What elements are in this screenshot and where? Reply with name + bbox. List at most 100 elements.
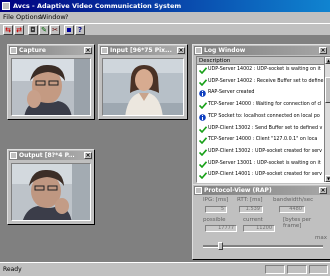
protocol-window[interactable]: Protocol-View (RAP) × IPG: [ms] RTT: [ms…: [192, 184, 330, 260]
capture-frame: [12, 59, 90, 115]
toolbar: ⇆ ⇄ ◘ ✎ ✂ ?: [0, 23, 330, 36]
status-cell: [265, 265, 285, 274]
capture-title-bar[interactable]: Capture ×: [9, 46, 93, 55]
capture-video: [11, 58, 91, 116]
close-icon[interactable]: ×: [319, 47, 327, 54]
settings-icon[interactable]: ✎: [39, 25, 49, 35]
bandwidth-slider[interactable]: [203, 242, 323, 250]
scroll-up-icon[interactable]: ▲: [325, 57, 330, 64]
app-icon: [2, 2, 10, 10]
rtt-value: 1.539: [239, 206, 263, 213]
bandwidth-label: bandwidth/sec: [273, 197, 314, 203]
window-icon: [195, 187, 202, 194]
max-label: max: [315, 235, 327, 241]
log-row[interactable]: TCP-Server 14000 : Waiting for connectio…: [197, 101, 325, 110]
log-row-text: UDP-Server 14002 : Receive Buffer set to…: [208, 78, 324, 84]
menu-options[interactable]: Options: [16, 12, 41, 23]
log-row[interactable]: RAP-Server created: [197, 89, 325, 98]
app-window: Avcs - Adaptive Video Communication Syst…: [0, 0, 330, 276]
current-label: current: [243, 217, 263, 223]
window-icon: [10, 152, 17, 159]
mdi-workspace: Capture × Input [96*75 Pix... × Output […: [0, 36, 330, 262]
ipg-label: IPG: [ms]: [203, 197, 229, 203]
close-icon[interactable]: ×: [84, 152, 92, 159]
window-icon[interactable]: [64, 25, 74, 35]
log-row[interactable]: TCP-Server 14000 : Client "127.0.0.1" on…: [197, 136, 325, 145]
log-window[interactable]: Log Window × Description UDP-Server 1400…: [192, 44, 330, 187]
check-icon: [198, 172, 208, 180]
menu-bar: File Options Window ?: [0, 12, 330, 23]
log-row-text: UDP-Server 13001 : UDP-socket is waiting…: [208, 160, 321, 166]
status-bar: Ready: [0, 262, 330, 276]
check-icon: [198, 149, 208, 157]
output-frame: [12, 164, 90, 220]
log-row-text: UDP-Client 14001 : UDP-socket created fo…: [208, 172, 322, 178]
menu-window[interactable]: Window: [40, 12, 66, 23]
window-icon: [101, 47, 108, 54]
check-icon: [198, 160, 208, 168]
log-row-text: TCP-Server 14000 : Client "127.0.0.1" on…: [208, 137, 318, 143]
window-icon: [195, 47, 202, 54]
log-row[interactable]: UDP-Server 13001 : UDP-socket is waiting…: [197, 160, 325, 169]
info-icon: [199, 90, 207, 98]
log-row-text: UDP-Client 13002 : Send Buffer set to de…: [208, 125, 323, 131]
close-icon[interactable]: ×: [177, 47, 185, 54]
check-icon: [198, 102, 208, 110]
close-icon[interactable]: ×: [319, 187, 327, 194]
current-value: 11200: [243, 225, 275, 232]
slider-thumb[interactable]: [218, 242, 223, 250]
input-title: Input [96*75 Pix...: [110, 47, 172, 54]
protocol-title-bar[interactable]: Protocol-View (RAP) ×: [194, 186, 330, 195]
capture-window[interactable]: Capture ×: [7, 44, 95, 120]
log-row-text: TCP Socket to: localhost connected on lo…: [208, 113, 320, 119]
output-title: Output [8?*4 P...: [19, 152, 75, 159]
output-window[interactable]: Output [8?*4 P... ×: [7, 149, 95, 225]
log-row[interactable]: UDP-Client 13002 : Send Buffer set to de…: [197, 125, 325, 134]
output-title-bar[interactable]: Output [8?*4 P... ×: [9, 151, 93, 160]
log-list[interactable]: Description UDP-Server 14002 : UDP-socke…: [196, 56, 330, 183]
input-video: [102, 58, 184, 116]
log-scrollbar[interactable]: ▲ ▼: [324, 57, 330, 182]
possible-label: possible: [203, 217, 226, 223]
tools-icon[interactable]: ✂: [50, 25, 60, 35]
camera-icon[interactable]: ◘: [28, 25, 38, 35]
log-row[interactable]: TCP Socket to: localhost connected on lo…: [197, 113, 325, 122]
status-text: Ready: [3, 266, 22, 273]
disconnect-icon[interactable]: ⇄: [14, 25, 24, 35]
status-cell: [309, 265, 328, 274]
scroll-down-icon[interactable]: ▼: [325, 175, 330, 182]
menu-help[interactable]: ?: [65, 12, 68, 23]
ipg-value: 5: [205, 206, 227, 213]
possible-value: 17777: [205, 225, 237, 232]
check-icon: [198, 67, 208, 75]
log-row-text: UDP-Server 14002 : UDP-socket is waiting…: [208, 67, 321, 72]
scroll-thumb[interactable]: [325, 77, 330, 103]
window-icon: [10, 47, 17, 54]
log-title: Log Window: [204, 47, 246, 54]
check-icon: [198, 125, 208, 133]
app-title: Avcs - Adaptive Video Communication Syst…: [13, 2, 182, 10]
bandwidth-value: 4480: [279, 206, 305, 213]
log-column-header[interactable]: Description: [197, 57, 325, 65]
log-row-text: UDP-Client 13002 : UDP-socket created fo…: [208, 148, 322, 154]
check-icon: [198, 78, 208, 86]
log-row[interactable]: UDP-Server 14002 : Receive Buffer set to…: [197, 78, 325, 87]
info-icon: [199, 113, 207, 121]
rtt-label: RTT: [ms]: [237, 197, 263, 203]
close-icon[interactable]: ×: [84, 47, 92, 54]
log-row[interactable]: UDP-Server 14002 : UDP-socket is waiting…: [197, 66, 325, 75]
capture-title: Capture: [19, 47, 46, 54]
connect-icon[interactable]: ⇆: [3, 25, 13, 35]
log-title-bar[interactable]: Log Window ×: [194, 46, 330, 55]
input-title-bar[interactable]: Input [96*75 Pix... ×: [100, 46, 186, 55]
log-row[interactable]: UDP-Client 14001 : UDP-socket created fo…: [197, 171, 325, 180]
help-icon[interactable]: ?: [75, 25, 85, 35]
title-bar[interactable]: Avcs - Adaptive Video Communication Syst…: [0, 0, 330, 12]
output-video: [11, 163, 91, 221]
input-window[interactable]: Input [96*75 Pix... ×: [98, 44, 188, 120]
menu-file[interactable]: File: [3, 12, 14, 23]
log-row-text: RAP-Server created: [208, 90, 255, 96]
check-icon: [198, 137, 208, 145]
status-cell: [287, 265, 307, 274]
log-row[interactable]: UDP-Client 13002 : UDP-socket created fo…: [197, 148, 325, 157]
